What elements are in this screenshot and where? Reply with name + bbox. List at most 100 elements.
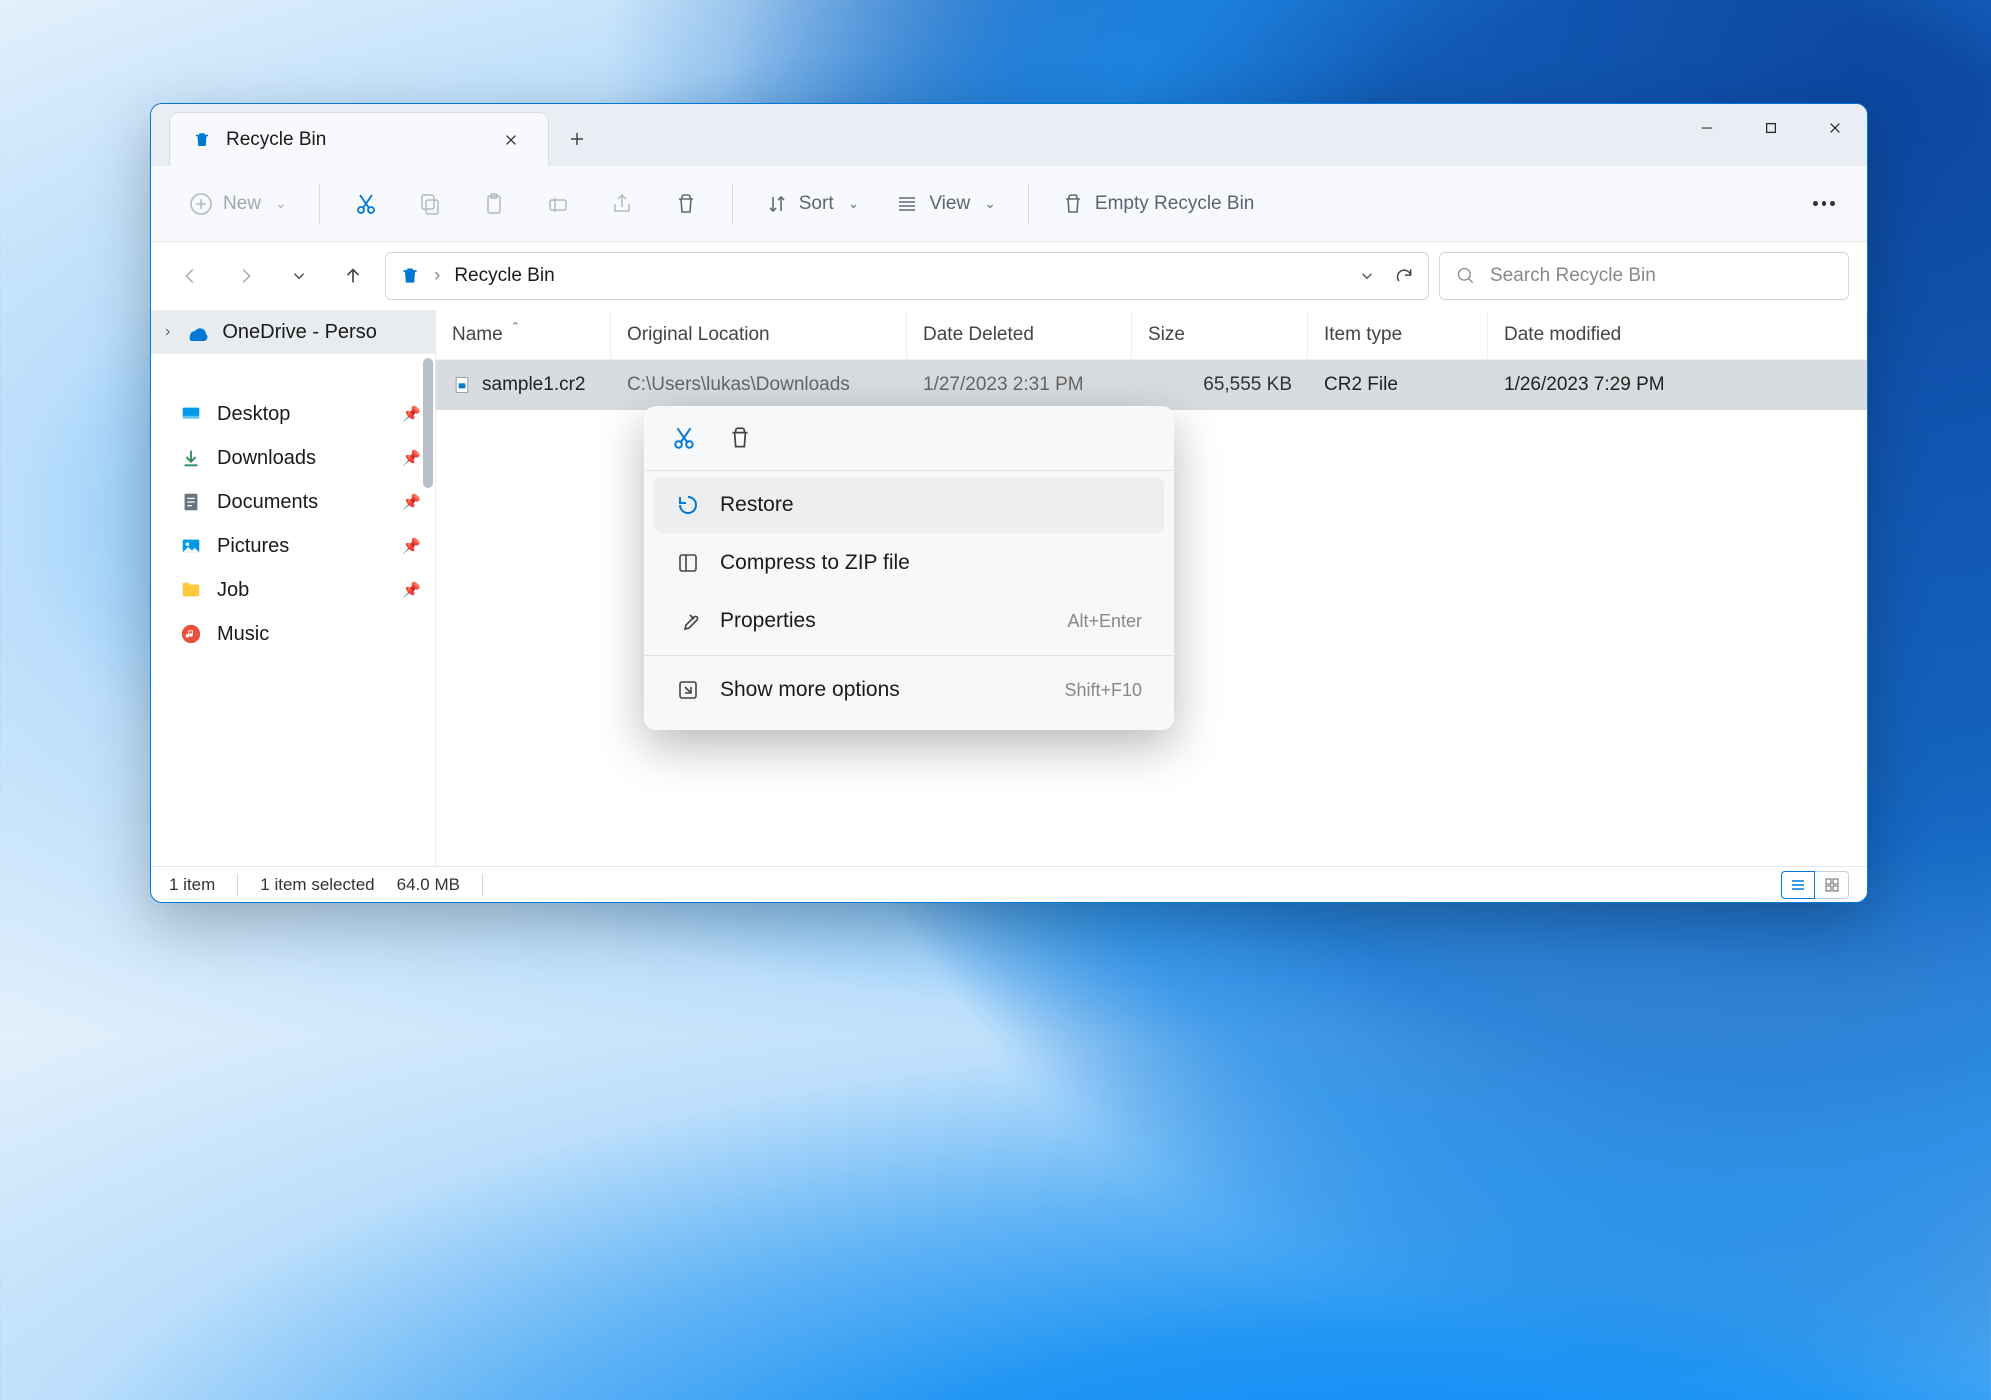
cut-button[interactable] xyxy=(338,184,394,224)
chevron-down-icon: ⌄ xyxy=(984,195,996,212)
empty-recycle-bin-button[interactable]: Empty Recycle Bin xyxy=(1047,184,1268,224)
column-deleted[interactable]: Date Deleted xyxy=(907,310,1132,359)
column-type[interactable]: Item type xyxy=(1308,310,1488,359)
copy-button[interactable] xyxy=(402,184,458,224)
separator xyxy=(644,655,1174,656)
context-delete-button[interactable] xyxy=(726,424,754,452)
more-button[interactable] xyxy=(1805,193,1843,214)
zip-icon xyxy=(676,551,700,575)
sidebar-item-desktop[interactable]: Desktop 📌 xyxy=(151,392,435,436)
context-properties[interactable]: Properties Alt+Enter xyxy=(654,593,1164,649)
sidebar-scrollbar[interactable] xyxy=(423,358,433,488)
music-icon xyxy=(179,622,203,646)
pin-icon: 📌 xyxy=(402,405,421,423)
sidebar-label: OneDrive - Perso xyxy=(222,321,377,344)
status-selected: 1 item selected xyxy=(260,875,374,895)
context-compress[interactable]: Compress to ZIP file xyxy=(654,535,1164,591)
close-button[interactable] xyxy=(1803,104,1867,152)
sort-button[interactable]: Sort ⌄ xyxy=(751,184,874,224)
column-name[interactable]: Name⌃ xyxy=(436,310,611,359)
sidebar-item-onedrive[interactable]: › OneDrive - Perso xyxy=(151,310,435,354)
pictures-icon xyxy=(179,534,203,558)
shortcut-label: Shift+F10 xyxy=(1064,680,1142,701)
separator xyxy=(482,874,483,896)
toolbar: New ⌄ Sort ⌄ View ⌄ xyxy=(151,166,1867,242)
tab-recycle-bin[interactable]: Recycle Bin xyxy=(169,112,549,166)
context-cut-button[interactable] xyxy=(670,424,698,452)
sidebar-item-music[interactable]: Music xyxy=(151,612,435,656)
more-options-icon xyxy=(676,678,700,702)
content-area: Name⌃ Original Location Date Deleted Siz… xyxy=(436,310,1867,866)
forward-button[interactable] xyxy=(223,254,267,298)
onedrive-icon xyxy=(184,320,208,344)
pin-icon: 📌 xyxy=(402,449,421,467)
context-restore[interactable]: Restore xyxy=(654,477,1164,533)
up-button[interactable] xyxy=(331,254,375,298)
sidebar-label: Pictures xyxy=(217,535,289,558)
view-button[interactable]: View ⌄ xyxy=(881,184,1010,224)
column-location[interactable]: Original Location xyxy=(611,310,907,359)
separator xyxy=(319,184,320,224)
context-label: Compress to ZIP file xyxy=(720,551,910,575)
breadcrumb-location[interactable]: Recycle Bin xyxy=(454,265,554,287)
column-headers: Name⌃ Original Location Date Deleted Siz… xyxy=(436,310,1867,360)
sidebar-item-job[interactable]: Job 📌 xyxy=(151,568,435,612)
downloads-icon xyxy=(179,446,203,470)
window-controls xyxy=(1675,104,1867,152)
column-modified[interactable]: Date modified xyxy=(1488,310,1867,359)
new-tab-button[interactable] xyxy=(549,112,605,166)
file-row[interactable]: sample1.cr2 C:\Users\lukas\Downloads 1/2… xyxy=(436,360,1867,410)
sidebar-label: Downloads xyxy=(217,447,316,470)
recent-button[interactable] xyxy=(277,254,321,298)
sidebar-label: Job xyxy=(217,579,249,602)
search-box[interactable]: Search Recycle Bin xyxy=(1439,252,1849,300)
paste-button[interactable] xyxy=(466,184,522,224)
restore-icon xyxy=(676,493,700,517)
sidebar-item-pictures[interactable]: Pictures 📌 xyxy=(151,524,435,568)
pin-icon: 📌 xyxy=(402,493,421,511)
rename-button[interactable] xyxy=(530,184,586,224)
separator xyxy=(237,874,238,896)
search-icon xyxy=(1456,266,1476,286)
sidebar-label: Desktop xyxy=(217,403,290,426)
documents-icon xyxy=(179,490,203,514)
shortcut-label: Alt+Enter xyxy=(1067,611,1142,632)
context-show-more[interactable]: Show more options Shift+F10 xyxy=(654,662,1164,718)
address-bar[interactable]: › Recycle Bin xyxy=(385,252,1429,300)
context-label: Properties xyxy=(720,609,816,633)
context-label: Show more options xyxy=(720,678,900,702)
details-view-button[interactable] xyxy=(1781,871,1815,899)
view-label: View xyxy=(929,193,970,215)
search-placeholder: Search Recycle Bin xyxy=(1490,265,1656,287)
sidebar-item-downloads[interactable]: Downloads 📌 xyxy=(151,436,435,480)
thumbnails-view-button[interactable] xyxy=(1815,871,1849,899)
delete-button[interactable] xyxy=(658,184,714,224)
tab-close-button[interactable] xyxy=(496,129,526,151)
desktop-icon xyxy=(179,402,203,426)
refresh-button[interactable] xyxy=(1394,266,1414,286)
recycle-bin-icon xyxy=(400,266,420,286)
context-menu: Restore Compress to ZIP file Properties … xyxy=(644,406,1174,730)
file-deleted: 1/27/2023 2:31 PM xyxy=(907,374,1132,396)
titlebar: Recycle Bin xyxy=(151,104,1867,166)
sidebar-item-documents[interactable]: Documents 📌 xyxy=(151,480,435,524)
pin-icon: 📌 xyxy=(402,581,421,599)
status-bar: 1 item 1 item selected 64.0 MB xyxy=(151,866,1867,902)
chevron-down-icon: ⌄ xyxy=(275,195,287,212)
explorer-body: › OneDrive - Perso Desktop 📌 Downloads 📌 xyxy=(151,310,1867,866)
minimize-button[interactable] xyxy=(1675,104,1739,152)
address-dropdown[interactable] xyxy=(1358,267,1376,285)
folder-icon xyxy=(179,578,203,602)
back-button[interactable] xyxy=(169,254,213,298)
share-button[interactable] xyxy=(594,184,650,224)
new-button[interactable]: New ⌄ xyxy=(175,184,301,224)
column-size[interactable]: Size xyxy=(1132,310,1308,359)
sidebar: › OneDrive - Perso Desktop 📌 Downloads 📌 xyxy=(151,310,436,866)
maximize-button[interactable] xyxy=(1739,104,1803,152)
status-items: 1 item xyxy=(169,875,215,895)
context-label: Restore xyxy=(720,493,794,517)
sidebar-label: Music xyxy=(217,623,269,646)
tab-title: Recycle Bin xyxy=(226,129,482,151)
sort-label: Sort xyxy=(799,193,834,215)
file-size: 65,555 KB xyxy=(1132,374,1308,396)
